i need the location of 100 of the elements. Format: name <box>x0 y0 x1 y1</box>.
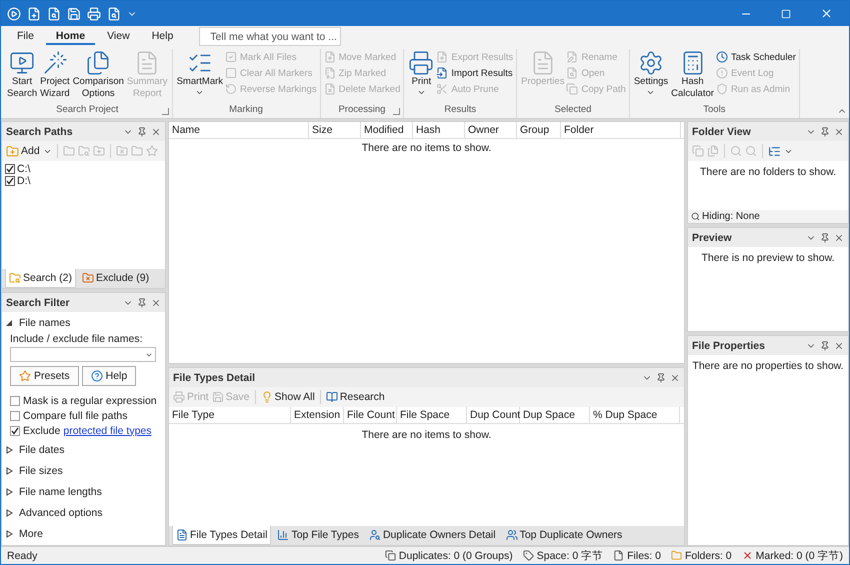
close-icon[interactable] <box>834 340 844 350</box>
close-icon <box>742 550 753 561</box>
folder-icon <box>670 550 682 561</box>
monitor-play-icon <box>9 50 36 76</box>
file-export-icon <box>436 51 448 63</box>
section-header[interactable]: File dates <box>2 439 165 460</box>
panel-tab[interactable]: File Types Detail <box>172 526 272 545</box>
search-icon <box>691 212 700 221</box>
panel-tab[interactable]: Top Duplicate Owners <box>502 526 626 545</box>
panel-tab[interactable]: Search (2) <box>5 269 76 288</box>
column-header[interactable]: Size <box>309 122 361 138</box>
checkbox[interactable] <box>10 410 20 420</box>
column-header[interactable]: File Type <box>169 407 291 423</box>
section-header[interactable]: File sizes <box>2 460 165 481</box>
play-icon[interactable] <box>7 6 21 20</box>
pin-icon[interactable] <box>137 298 147 308</box>
new-file-icon[interactable] <box>27 6 41 20</box>
save-icon <box>212 391 224 403</box>
protected-types-link[interactable]: protected file types <box>63 424 152 436</box>
print-preview-icon[interactable] <box>107 6 121 20</box>
ribbon-tab[interactable]: Home <box>46 28 96 45</box>
ribbon-button[interactable]: SmartMark <box>176 49 224 104</box>
ribbon-tab[interactable]: View <box>97 28 140 45</box>
ribbon-tab[interactable]: Help <box>142 28 184 45</box>
section-header[interactable]: File names <box>2 312 165 333</box>
column-header[interactable]: Name <box>169 122 309 138</box>
path-label: C:\ <box>17 163 30 175</box>
ribbon-button[interactable]: Hash Calculator <box>670 49 715 104</box>
column-header[interactable]: File Space <box>397 407 467 423</box>
file-delete-icon <box>324 83 336 95</box>
ribbon-button[interactable]: Comparison Options <box>72 49 125 104</box>
pin-icon[interactable] <box>820 232 830 242</box>
ribbon-button[interactable]: Import Results <box>436 65 514 81</box>
close-icon[interactable] <box>670 372 680 382</box>
clock-icon <box>716 51 728 63</box>
checkbox[interactable] <box>5 164 15 174</box>
launcher-icon[interactable] <box>393 108 400 115</box>
section-header[interactable]: File name lengths <box>2 481 165 502</box>
status-item: Folders: 0 <box>684 550 732 562</box>
toolbar-button[interactable]: Show All <box>260 391 315 403</box>
ribbon-button[interactable]: Settings <box>632 49 670 104</box>
save-icon[interactable] <box>67 6 81 20</box>
add-button[interactable]: Add <box>6 144 40 158</box>
column-header[interactable]: Dup Count <box>467 407 520 423</box>
column-header[interactable]: Hash <box>413 122 465 138</box>
column-header[interactable]: Dup Space <box>520 407 590 423</box>
option-label: Compare full file paths <box>23 410 128 422</box>
search-field[interactable]: Tell me what you want to ... <box>199 27 342 46</box>
panel-title: Search Paths <box>6 126 74 138</box>
zip-file-icon <box>324 67 336 79</box>
ribbon-button[interactable]: Start Search <box>6 49 38 104</box>
column-header[interactable]: Extension <box>291 407 344 423</box>
section-header[interactable]: Advanced options <box>2 502 165 523</box>
ribbon-button[interactable]: Project Wizard <box>39 49 71 104</box>
column-header[interactable]: Owner <box>465 122 517 138</box>
panel-tab[interactable]: Top File Types <box>273 526 363 545</box>
printer-icon[interactable] <box>87 6 101 20</box>
file-move-icon <box>324 51 336 63</box>
folder-icon <box>82 272 94 284</box>
file-rename-icon <box>566 51 578 63</box>
ribbon-button[interactable]: Print <box>407 49 436 104</box>
close-icon[interactable] <box>834 232 844 242</box>
presets-button[interactable]: Presets <box>10 366 79 386</box>
field-label: Include / exclude file names: <box>10 333 144 345</box>
checkbox[interactable] <box>5 176 15 186</box>
panel-tab[interactable]: Exclude (9) <box>78 269 154 288</box>
column-header[interactable]: Group <box>517 122 561 138</box>
column-header[interactable]: % Dup Space <box>590 407 680 423</box>
star-icon <box>19 370 31 382</box>
close-icon[interactable] <box>834 126 844 136</box>
printer-icon <box>408 50 434 76</box>
tree-icon[interactable] <box>768 144 781 158</box>
option-label: Mask is a regular expression <box>23 394 157 406</box>
documents-icon <box>85 50 112 76</box>
help-icon <box>90 370 103 382</box>
column-header[interactable]: Folder <box>561 122 681 138</box>
ribbon-button[interactable]: Task Scheduler <box>716 49 796 65</box>
panel-tab[interactable]: Duplicate Owners Detail <box>364 526 500 545</box>
pin-icon[interactable] <box>137 126 147 136</box>
launcher-icon[interactable] <box>162 108 169 115</box>
column-header[interactable]: Modified <box>361 122 413 138</box>
pin-icon[interactable] <box>820 340 830 350</box>
close-icon[interactable] <box>151 298 161 308</box>
pin-icon[interactable] <box>656 372 666 382</box>
ribbon-tab[interactable]: File <box>7 28 44 45</box>
status-item: Files: 0 <box>627 550 661 562</box>
panel-title: Search Filter <box>6 296 71 308</box>
undo-icon <box>225 83 238 95</box>
column-header[interactable]: File Count <box>344 407 397 423</box>
section-header[interactable]: More <box>2 523 165 544</box>
checkbox[interactable] <box>10 426 20 436</box>
people-icon <box>506 529 518 541</box>
star-icon[interactable] <box>146 145 158 157</box>
empty-checkbox-icon <box>225 67 238 79</box>
help-button[interactable]: Help <box>82 366 136 386</box>
close-icon[interactable] <box>151 126 161 136</box>
pin-icon[interactable] <box>820 126 830 136</box>
panel-title: Preview <box>692 232 733 244</box>
checkbox[interactable] <box>10 396 20 406</box>
toolbar-button[interactable]: Research <box>326 391 385 403</box>
